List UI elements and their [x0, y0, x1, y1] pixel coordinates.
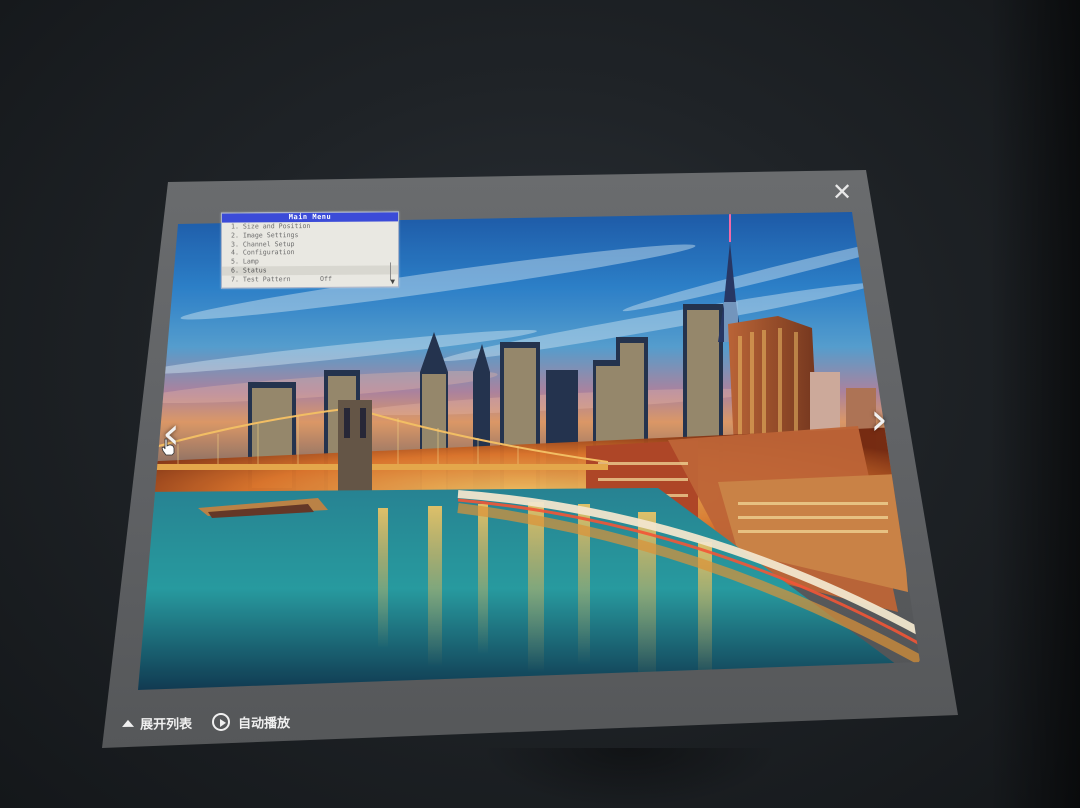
play-circle-icon: [211, 712, 231, 732]
projector-shadow: [480, 748, 780, 808]
osd-scroll-down-icon[interactable]: ▼: [390, 278, 395, 286]
close-icon[interactable]: ✕: [828, 178, 856, 206]
osd-item-label: 6. Status: [231, 266, 267, 275]
expand-list-button[interactable]: 展开列表: [121, 713, 193, 733]
next-arrow-icon[interactable]: ›: [864, 398, 894, 442]
viewer-footer: 展开列表 自动播放: [121, 707, 310, 737]
osd-item-value: Off: [320, 274, 332, 283]
projection-room: ✕ ‹ › Main Menu 1. Size and Position 2. …: [0, 0, 1080, 808]
osd-item-label: 1. Size and Position: [231, 221, 311, 231]
osd-item-label: 4. Configuration: [231, 248, 295, 257]
autoplay-button[interactable]: 自动播放: [211, 712, 291, 732]
osd-item-label: 3. Channel Setup: [231, 239, 295, 249]
osd-item-label: 2. Image Settings: [231, 230, 299, 240]
expand-list-label: 展开列表: [139, 716, 193, 733]
hand-cursor-icon: [161, 438, 175, 456]
osd-item-label: 7. Test Pattern: [231, 274, 291, 284]
room-wall-shadow: [990, 0, 1080, 808]
autoplay-label: 自动播放: [237, 715, 291, 732]
osd-main-menu: Main Menu 1. Size and Position 2. Image …: [221, 211, 399, 289]
osd-item-label: 5. Lamp: [231, 257, 259, 266]
osd-menu-item[interactable]: 7. Test Pattern Off: [222, 274, 398, 284]
triangle-up-icon: [121, 719, 135, 727]
